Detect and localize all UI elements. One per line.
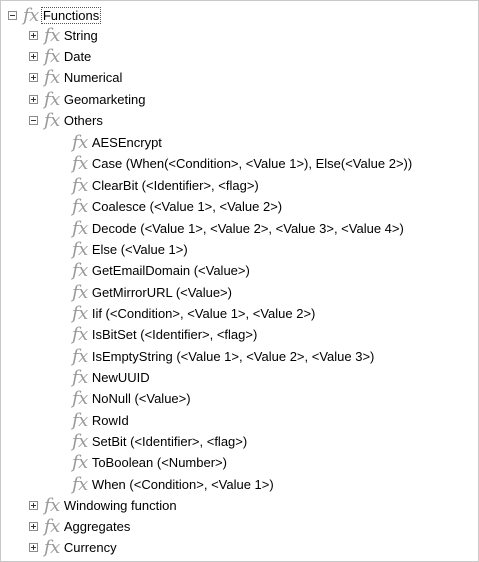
expand-toggle-icon[interactable] <box>29 73 38 83</box>
tree-node-label: String <box>63 28 98 44</box>
function-item-isemptystring[interactable]: fx IsEmptyString (<Value 1>, <Value 2>, … <box>72 346 374 368</box>
function-item-label: NoNull (<Value>) <box>91 391 191 407</box>
collapse-toggle-icon[interactable] <box>8 11 17 21</box>
function-icon: fx <box>44 24 60 46</box>
function-icon: fx <box>72 131 88 153</box>
function-item-label: ClearBit (<Identifier>, <flag>) <box>91 178 259 194</box>
tree-node-numerical[interactable]: fx Numerical <box>29 67 122 89</box>
function-icon: fx <box>44 494 60 516</box>
function-item-aesencrypt[interactable]: fx AESEncrypt <box>72 132 162 154</box>
function-item-nonull[interactable]: fx NoNull (<Value>) <box>72 388 191 410</box>
function-item-coalesce[interactable]: fx Coalesce (<Value 1>, <Value 2>) <box>72 196 282 218</box>
tree-node-geomarketing[interactable]: fx Geomarketing <box>29 89 145 111</box>
function-item-clearbit[interactable]: fx ClearBit (<Identifier>, <flag>) <box>72 175 259 197</box>
function-item-newuuid[interactable]: fx NewUUID <box>72 367 150 389</box>
function-icon: fx <box>44 45 60 67</box>
expand-toggle-icon[interactable] <box>29 95 38 105</box>
function-item-getmirrorurl[interactable]: fx GetMirrorURL (<Value>) <box>72 282 232 304</box>
expand-toggle-icon[interactable] <box>29 522 38 532</box>
tree-node-label: Aggregates <box>63 519 131 535</box>
tree-node-functions[interactable]: fx Functions <box>8 4 102 27</box>
tree-node-others[interactable]: fx Others <box>29 110 103 132</box>
function-icon: fx <box>72 195 88 217</box>
function-item-label: AESEncrypt <box>91 135 162 151</box>
tree-node-label: Date <box>63 49 92 65</box>
tree-node-label: Geomarketing <box>63 92 146 108</box>
function-item-label: NewUUID <box>91 370 150 386</box>
function-icon: fx <box>44 515 60 537</box>
function-item-label: SetBit (<Identifier>, <flag>) <box>91 434 248 450</box>
function-item-label: When (<Condition>, <Value 1>) <box>91 477 274 493</box>
function-icon: fx <box>72 409 88 431</box>
function-icon: fx <box>44 66 60 88</box>
function-item-label: Case (When(<Condition>, <Value 1>), Else… <box>91 156 413 172</box>
expand-toggle-icon[interactable] <box>29 52 38 62</box>
function-item-label: GetMirrorURL (<Value>) <box>91 285 232 301</box>
function-icon: fx <box>72 387 88 409</box>
function-item-label: Coalesce (<Value 1>, <Value 2>) <box>91 199 283 215</box>
function-item-label: Iif (<Condition>, <Value 1>, <Value 2>) <box>91 306 316 322</box>
function-icon: fx <box>72 430 88 452</box>
function-item-iif[interactable]: fx Iif (<Condition>, <Value 1>, <Value 2… <box>72 303 315 325</box>
function-item-getemaildomain[interactable]: fx GetEmailDomain (<Value>) <box>72 260 250 282</box>
tree-node-label: Numerical <box>63 70 123 86</box>
function-icon: fx <box>72 152 88 174</box>
function-icon: fx <box>23 4 39 26</box>
function-item-else[interactable]: fx Else (<Value 1>) <box>72 239 188 261</box>
function-item-decode[interactable]: fx Decode (<Value 1>, <Value 2>, <Value … <box>72 218 404 240</box>
function-icon: fx <box>72 366 88 388</box>
function-icon: fx <box>72 281 88 303</box>
tree-node-currency[interactable]: fx Currency <box>29 537 117 559</box>
function-icon: fx <box>72 217 88 239</box>
function-item-toboolean[interactable]: fx ToBoolean (<Number>) <box>72 452 227 474</box>
function-item-label: IsBitSet (<Identifier>, <flag>) <box>91 327 258 343</box>
function-item-label: Else (<Value 1>) <box>91 242 188 258</box>
tree-node-aggregates[interactable]: fx Aggregates <box>29 516 130 538</box>
function-item-isbitset[interactable]: fx IsBitSet (<Identifier>, <flag>) <box>72 324 257 346</box>
function-icon: fx <box>72 259 88 281</box>
function-item-setbit[interactable]: fx SetBit (<Identifier>, <flag>) <box>72 431 247 453</box>
function-item-label: ToBoolean (<Number>) <box>91 455 227 471</box>
tree-node-windowing-function[interactable]: fx Windowing function <box>29 495 177 517</box>
function-icon: fx <box>44 88 60 110</box>
function-icon: fx <box>44 109 60 131</box>
function-icon: fx <box>72 302 88 324</box>
function-icon: fx <box>72 473 88 495</box>
function-icon: fx <box>72 238 88 260</box>
tree-node-date[interactable]: fx Date <box>29 46 91 68</box>
function-icon: fx <box>44 536 60 558</box>
expand-toggle-icon[interactable] <box>29 31 38 41</box>
function-icon: fx <box>72 451 88 473</box>
function-icon: fx <box>72 174 88 196</box>
tree-node-label: Others <box>63 113 103 129</box>
function-item-label: GetEmailDomain (<Value>) <box>91 263 250 279</box>
function-item-label: Decode (<Value 1>, <Value 2>, <Value 3>,… <box>91 221 404 237</box>
function-icon: fx <box>72 323 88 345</box>
function-item-case[interactable]: fx Case (When(<Condition>, <Value 1>), E… <box>72 153 412 175</box>
function-item-label: IsEmptyString (<Value 1>, <Value 2>, <Va… <box>91 349 375 365</box>
functions-tree: fx Functions fx String fx Date fx Numeri… <box>0 0 479 562</box>
tree-node-label: Windowing function <box>63 498 177 514</box>
expand-toggle-icon[interactable] <box>29 501 38 511</box>
tree-node-label: Currency <box>63 540 117 556</box>
function-item-when[interactable]: fx When (<Condition>, <Value 1>) <box>72 474 274 496</box>
function-item-rowid[interactable]: fx RowId <box>72 410 129 432</box>
expand-toggle-icon[interactable] <box>29 543 38 553</box>
function-icon: fx <box>72 345 88 367</box>
tree-node-label: Functions <box>40 7 102 25</box>
collapse-toggle-icon[interactable] <box>29 116 38 126</box>
tree-node-string[interactable]: fx String <box>29 25 98 47</box>
function-item-label: RowId <box>91 413 129 429</box>
